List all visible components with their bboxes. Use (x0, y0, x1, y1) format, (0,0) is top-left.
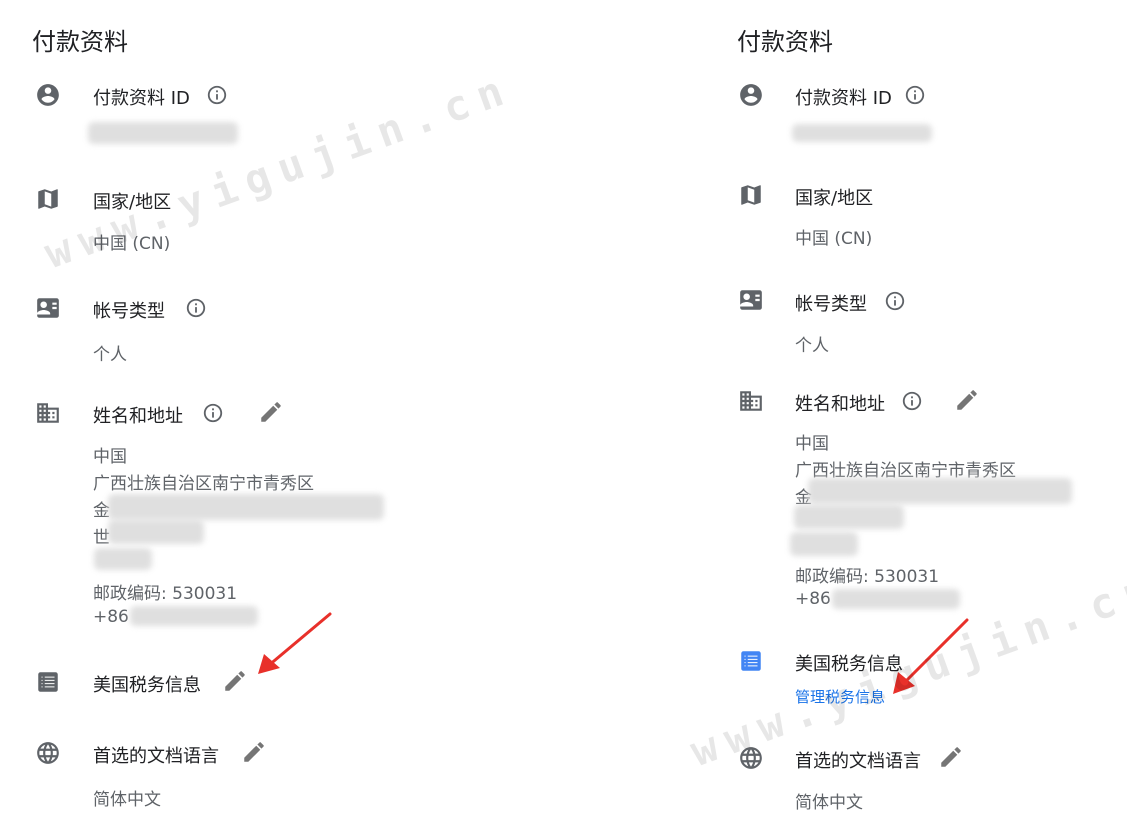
account-circle-icon (35, 82, 61, 108)
red-arrow-annotation (258, 612, 332, 674)
business-building-icon (35, 400, 61, 426)
profile-id-label: 付款资料 ID (795, 88, 892, 109)
payment-profile-panel-left: 付款资料 付款资料 ID 国家/地区 中国 (CN) 帐号类型 个人 姓名和地址… (0, 0, 560, 832)
edit-doc-language-pencil-icon[interactable] (241, 739, 267, 765)
phone-number-redacted (832, 589, 960, 609)
page-title: 付款资料 (32, 28, 128, 56)
doc-language-label: 首选的文档语言 (795, 751, 921, 772)
globe-icon (35, 740, 61, 766)
us-tax-info-label: 美国税务信息 (93, 675, 201, 696)
profile-id-label: 付款资料 ID (93, 88, 190, 109)
country-value: 中国 (CN) (795, 229, 873, 249)
edit-name-address-pencil-icon[interactable] (954, 387, 980, 413)
map-icon (35, 186, 61, 212)
phone-prefix: +86 (795, 589, 831, 609)
payment-profile-panel-right: 付款资料 付款资料 ID 国家/地区 中国 (CN) 帐号类型 个人 姓名和地址… (684, 0, 1127, 832)
info-icon[interactable] (185, 297, 207, 319)
address-line3-redacted (108, 494, 384, 520)
address-country: 中国 (795, 434, 829, 454)
phone-prefix: +86 (93, 607, 129, 627)
info-icon[interactable] (901, 390, 923, 412)
doc-language-label: 首选的文档语言 (93, 746, 219, 767)
phone-number-redacted (130, 606, 258, 626)
account-type-value: 个人 (795, 336, 829, 356)
name-address-label: 姓名和地址 (795, 394, 885, 415)
doc-language-value: 简体中文 (93, 790, 161, 810)
map-icon (738, 182, 764, 208)
account-type-label: 帐号类型 (795, 294, 867, 315)
profile-id-value-redacted (792, 124, 932, 142)
address-line4-redacted (794, 505, 904, 529)
doc-language-value: 简体中文 (795, 793, 863, 813)
contact-card-icon (35, 295, 61, 321)
edit-name-address-pencil-icon[interactable] (258, 399, 284, 425)
list-icon (35, 669, 61, 695)
list-icon (738, 648, 764, 674)
address-line4-redacted (108, 520, 204, 544)
business-building-icon (738, 388, 764, 414)
address-line3-redacted (808, 478, 1072, 504)
country-label: 国家/地区 (795, 188, 874, 209)
info-icon[interactable] (206, 84, 228, 106)
edit-doc-language-pencil-icon[interactable] (938, 744, 964, 770)
edit-us-tax-pencil-icon[interactable] (222, 668, 248, 694)
page-title: 付款资料 (737, 28, 833, 56)
address-line5-redacted (94, 548, 152, 570)
account-circle-icon (738, 82, 764, 108)
info-icon[interactable] (884, 290, 906, 312)
address-line5-redacted (790, 532, 858, 556)
contact-card-icon (738, 287, 764, 313)
info-icon[interactable] (202, 402, 224, 424)
account-type-value: 个人 (93, 345, 127, 365)
postal-code: 邮政编码: 530031 (93, 584, 238, 604)
postal-code: 邮政编码: 530031 (795, 567, 940, 587)
account-type-label: 帐号类型 (93, 301, 165, 322)
name-address-label: 姓名和地址 (93, 406, 183, 427)
address-region: 广西壮族自治区南宁市青秀区 (93, 474, 314, 494)
info-icon[interactable] (904, 84, 926, 106)
address-country: 中国 (93, 447, 127, 467)
profile-id-value-redacted (88, 122, 238, 144)
